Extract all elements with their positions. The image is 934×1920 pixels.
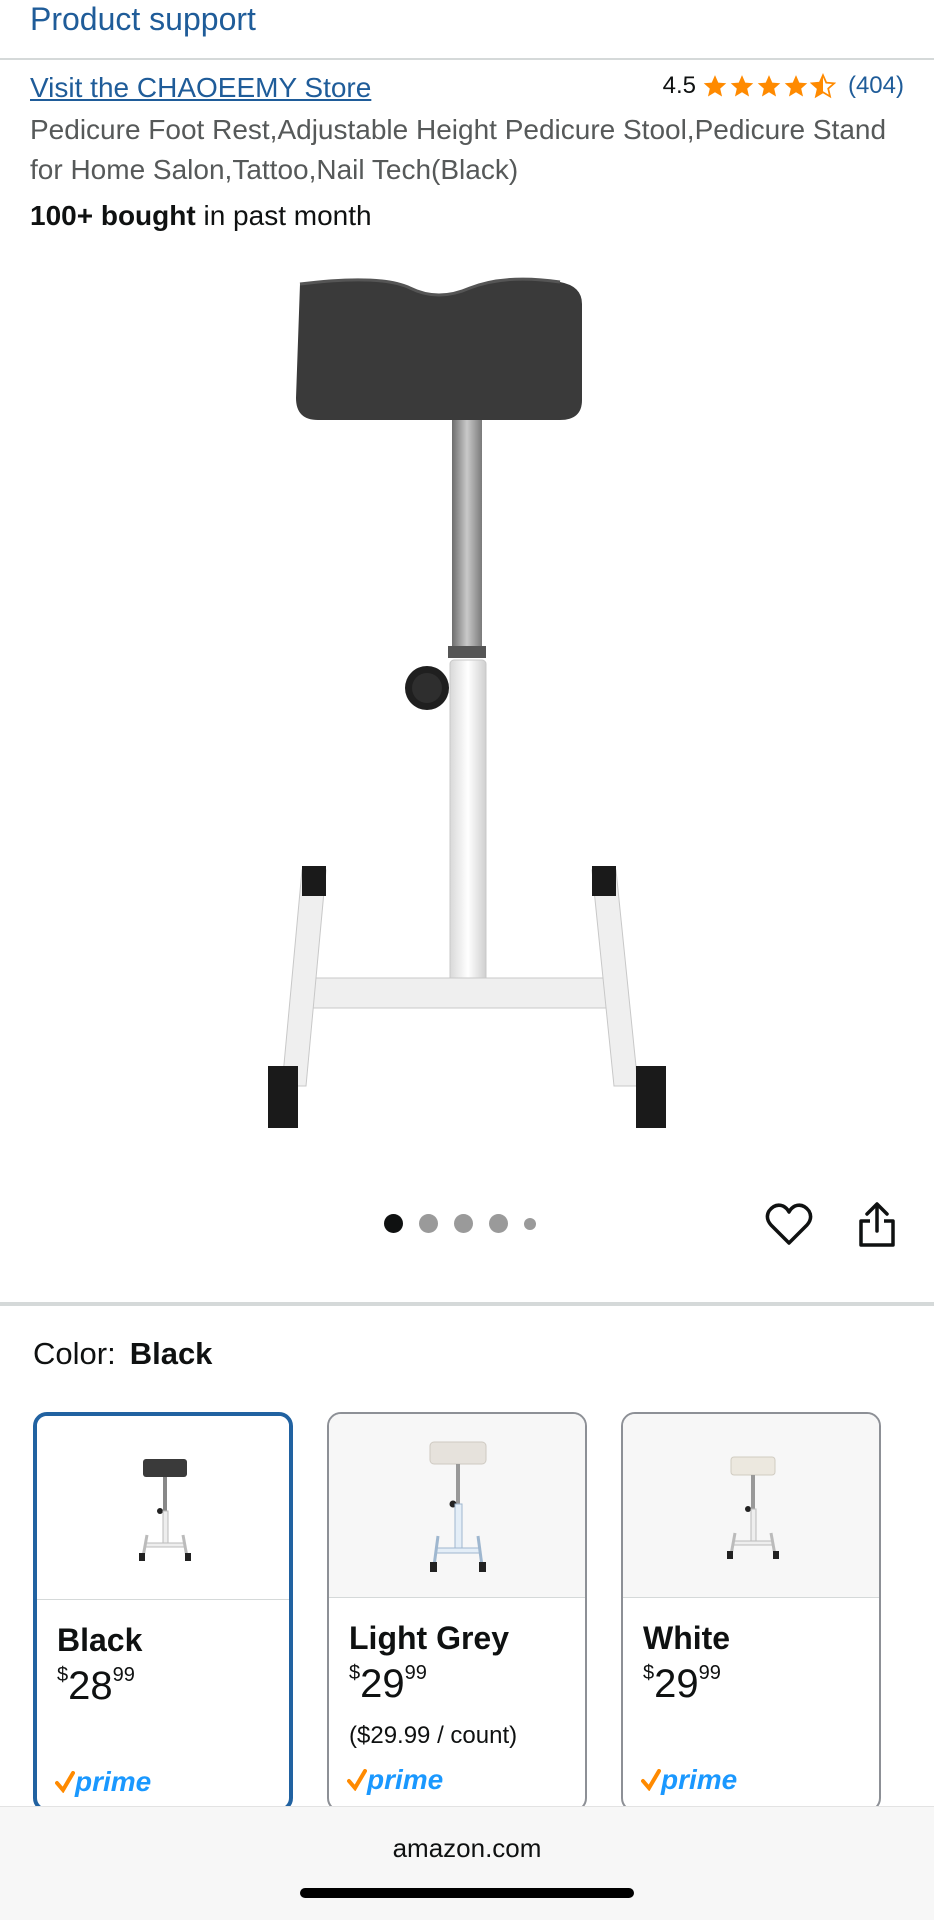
color-label-text: Color: — [33, 1336, 116, 1371]
half-star-icon — [809, 73, 836, 99]
carousel-dot[interactable] — [489, 1214, 508, 1233]
share-icon — [859, 1202, 895, 1247]
prime-check-icon — [347, 1769, 367, 1791]
color-option-white[interactable]: White $2999 prime — [621, 1412, 881, 1812]
swatch-price: $2999 — [643, 1662, 721, 1706]
product-title: Pedicure Foot Rest,Adjustable Height Ped… — [30, 114, 887, 185]
color-option-black[interactable]: Black $2899 prime — [33, 1412, 293, 1812]
prime-check-icon — [55, 1771, 75, 1793]
carousel-dot[interactable] — [419, 1214, 438, 1233]
add-to-list-button[interactable] — [764, 1200, 814, 1250]
color-label: Color: Black — [33, 1336, 212, 1372]
swatch-name: Light Grey — [349, 1620, 510, 1656]
image-carousel-dots[interactable] — [384, 1214, 536, 1233]
swatch-name: White — [643, 1620, 731, 1656]
prime-badge: prime — [347, 1764, 443, 1796]
section-divider — [0, 1302, 934, 1306]
prime-badge: prime — [641, 1764, 737, 1796]
swatch-price: $2999 — [349, 1662, 427, 1706]
heart-icon — [765, 1203, 813, 1245]
prime-check-icon — [641, 1769, 661, 1791]
swatch-name: Black — [57, 1622, 143, 1658]
bought-in-past-month: 100+ bought in past month — [30, 200, 372, 232]
carousel-dot[interactable] — [454, 1214, 473, 1233]
swatch-price: $2899 — [57, 1664, 135, 1708]
carousel-dot[interactable] — [384, 1214, 403, 1233]
swatch-thumbnail — [329, 1414, 585, 1598]
swatch-thumbnail — [623, 1414, 879, 1598]
header-bar: Product support — [0, 0, 934, 60]
star-icon — [757, 75, 781, 97]
star-icon — [730, 75, 754, 97]
address-bar-url[interactable]: amazon.com — [0, 1833, 934, 1864]
carousel-dot[interactable] — [524, 1217, 536, 1230]
rating-count: (404) — [847, 72, 904, 99]
browser-bottom-bar: amazon.com — [0, 1806, 934, 1920]
visit-store-link[interactable]: Visit the CHAOEEMY Store — [30, 72, 371, 104]
rating-value: 4.5 — [662, 72, 696, 99]
selected-color: Black — [129, 1336, 213, 1371]
product-support-link[interactable]: Product support — [30, 0, 256, 38]
home-indicator[interactable] — [300, 1888, 634, 1898]
product-image[interactable] — [260, 270, 680, 1140]
swatch-thumbnail — [37, 1416, 289, 1600]
unit-price: ($29.99 / count) — [349, 1722, 518, 1749]
bought-suffix: in past month — [195, 200, 372, 231]
share-button[interactable] — [852, 1200, 902, 1250]
bought-count: 100+ bought — [30, 200, 196, 231]
prime-badge: prime — [55, 1766, 151, 1798]
star-icon — [784, 75, 808, 97]
rating-stars — [702, 73, 836, 99]
store-row: Visit the CHAOEEMY Store 4.5 (404) — [30, 70, 904, 110]
rating-summary[interactable]: 4.5 (404) — [663, 72, 904, 100]
star-icon — [703, 75, 727, 97]
color-option-light-grey[interactable]: Light Grey $2999 ($29.99 / count) prime — [327, 1412, 587, 1812]
